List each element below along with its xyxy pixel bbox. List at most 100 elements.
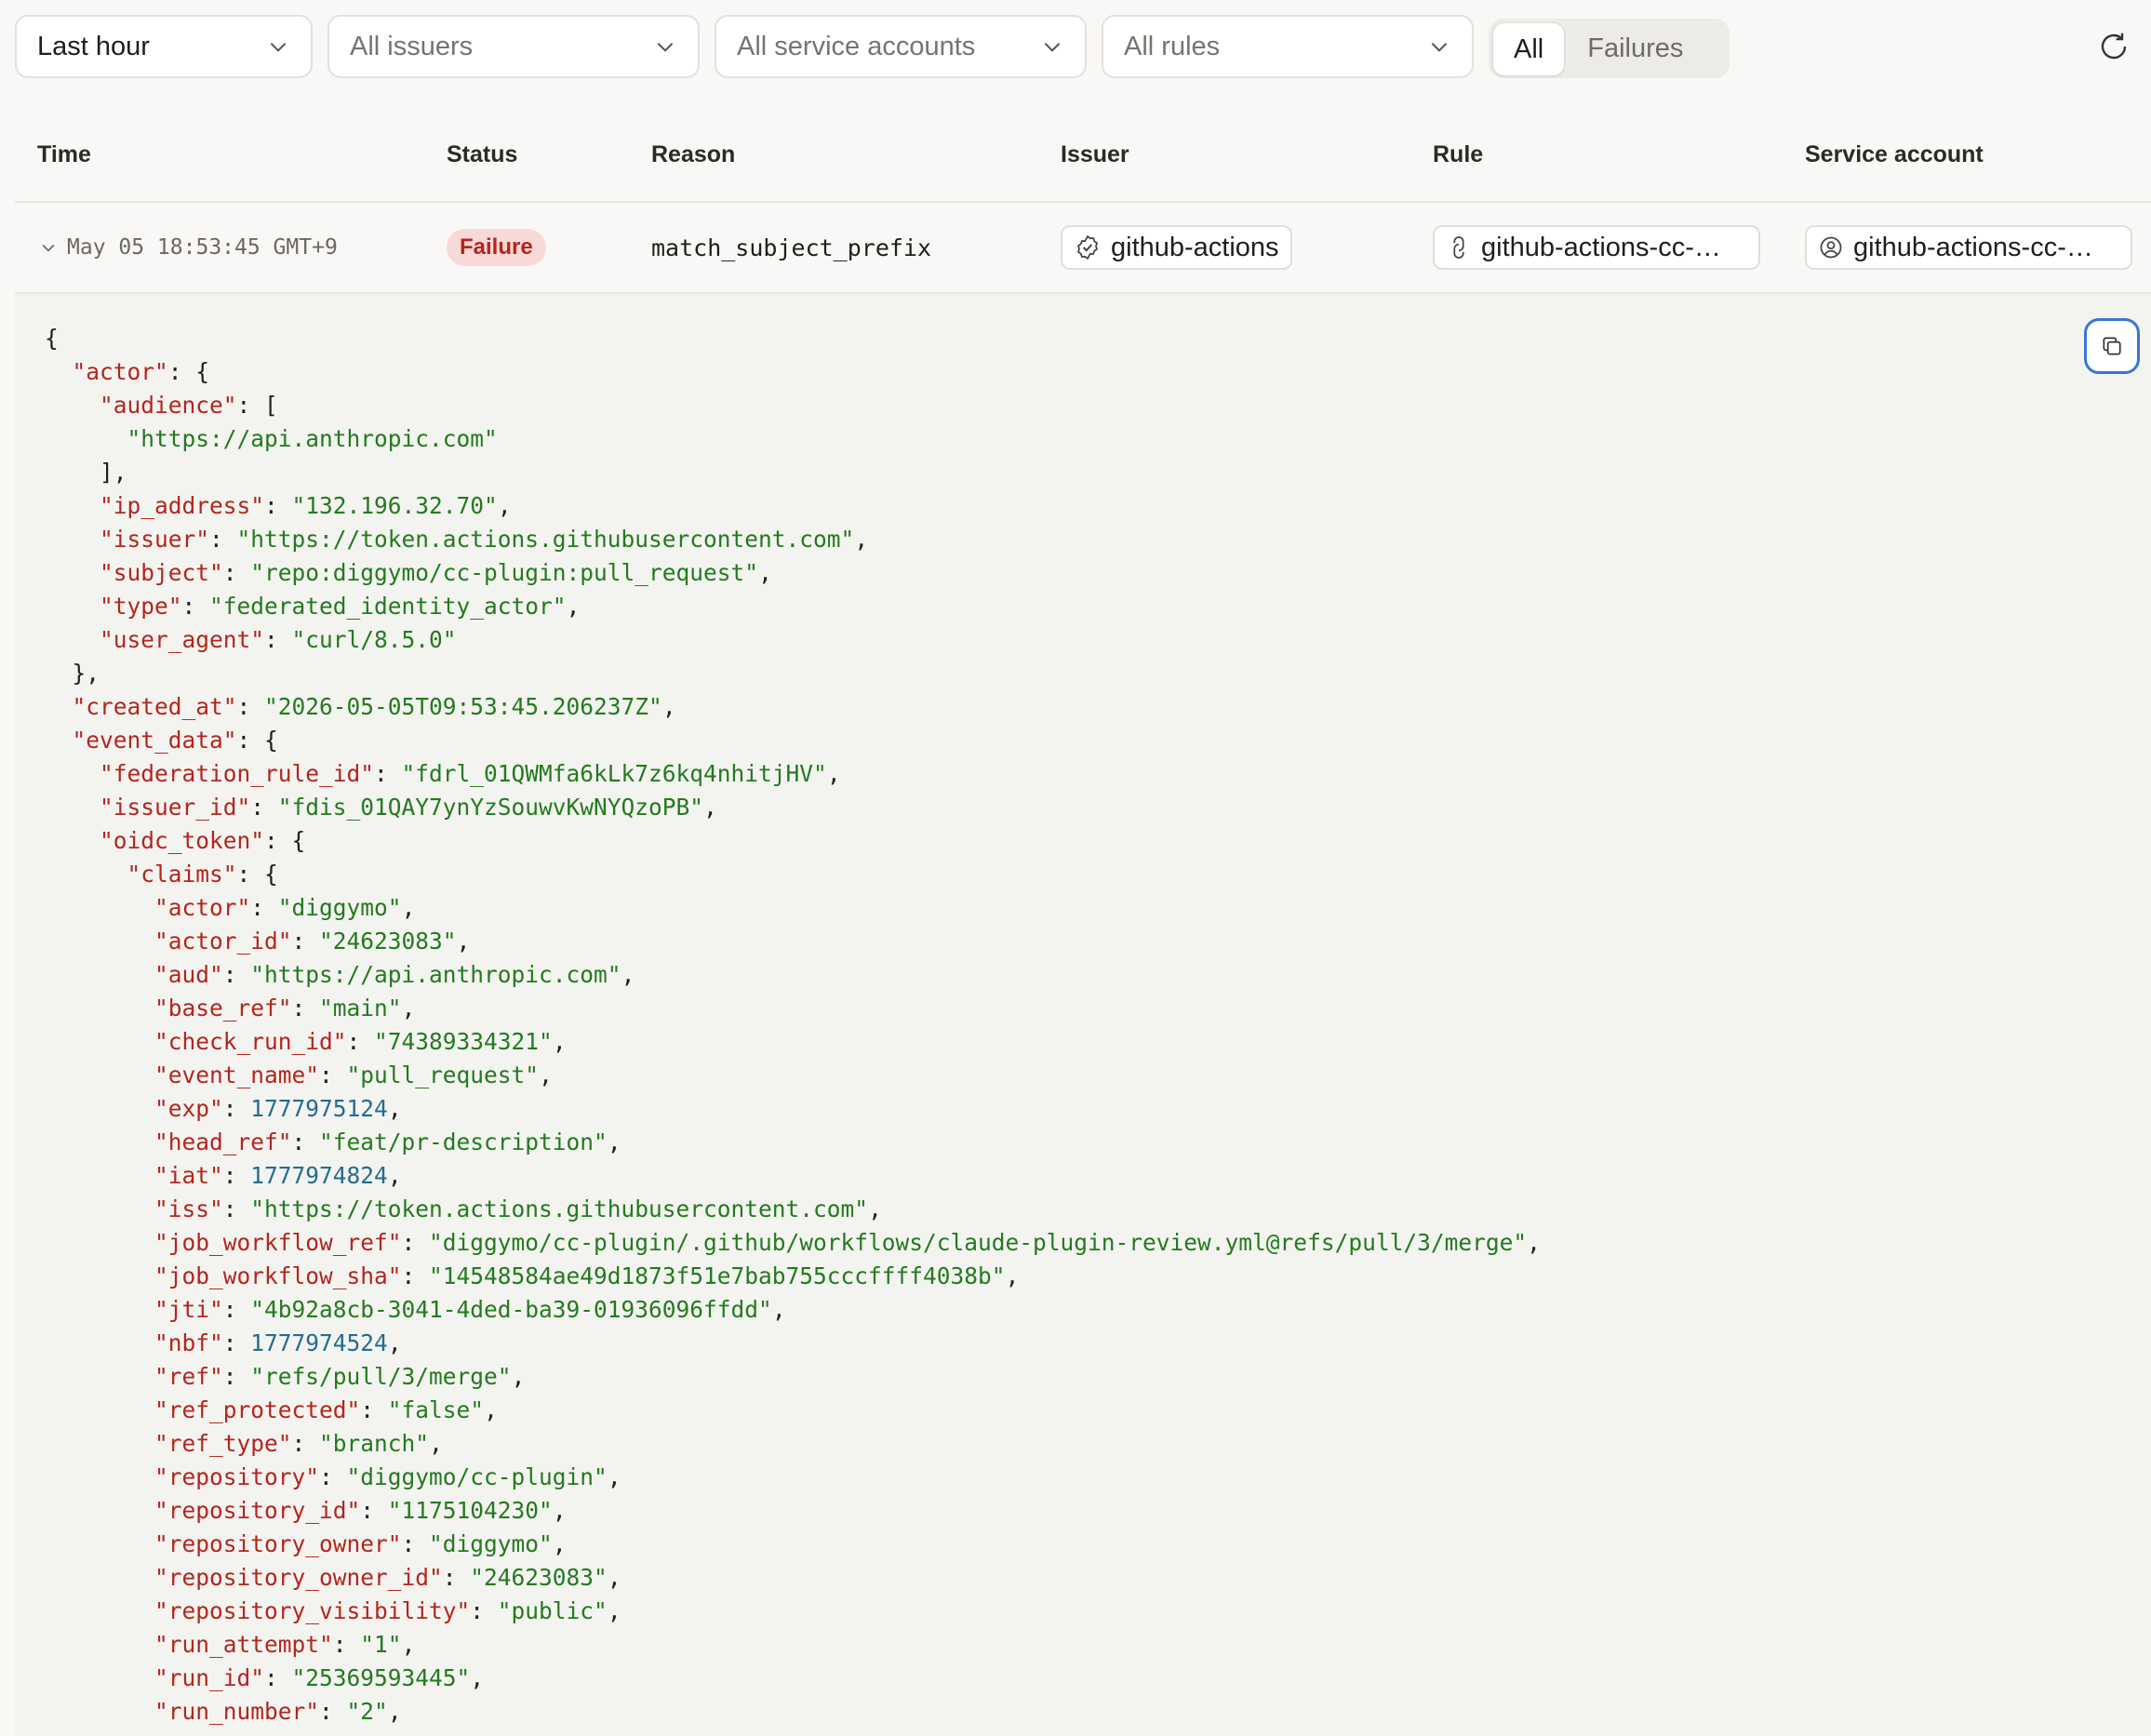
service-account-chip[interactable]: github-actions-cc-…	[1805, 225, 2132, 270]
json-line: "type": "federated_identity_actor",	[45, 590, 1541, 623]
json-number: 1777974524	[250, 1329, 388, 1356]
json-string: "1175104230"	[387, 1497, 553, 1524]
service-account-select[interactable]: All service accounts	[715, 15, 1087, 78]
json-punct: ,	[497, 492, 512, 519]
json-punct: ,	[607, 1564, 621, 1591]
json-punct	[45, 593, 100, 620]
json-string: "4b92a8cb-3041-4ded-ba39-01936096ffdd"	[250, 1296, 772, 1323]
json-punct: ,	[401, 995, 416, 1022]
json-line: "audience": [	[45, 389, 1541, 422]
user-circle-icon	[1820, 236, 1842, 259]
json-punct: ,	[470, 1664, 485, 1691]
json-punct: ,	[703, 794, 717, 821]
json-punct	[45, 760, 100, 787]
issuer-chip[interactable]: github-actions	[1061, 225, 1292, 270]
json-key: "iss"	[154, 1195, 223, 1222]
json-line: "oidc_token": {	[45, 824, 1541, 858]
json-string: "curl/8.5.0"	[291, 626, 457, 653]
json-key: "check_run_id"	[154, 1028, 347, 1055]
json-punct: :	[401, 1530, 430, 1557]
json-punct: ,	[552, 1497, 567, 1524]
json-punct	[45, 995, 154, 1022]
issuer-select[interactable]: All issuers	[327, 15, 700, 78]
json-string: "diggymo/cc-plugin"	[346, 1463, 608, 1490]
json-key: "issuer_id"	[100, 794, 251, 821]
json-string: "https://api.anthropic.com"	[127, 425, 498, 452]
json-punct: : {	[236, 861, 278, 888]
copy-button[interactable]	[2084, 318, 2140, 374]
json-punct: {	[45, 325, 59, 352]
json-line: "head_ref": "feat/pr-description",	[45, 1126, 1541, 1159]
column-header-rule: Rule	[1433, 141, 1484, 167]
chevron-down-icon[interactable]	[39, 238, 58, 257]
json-punct	[45, 1162, 154, 1189]
json-punct	[45, 961, 154, 988]
json-key: "repository_owner"	[154, 1530, 402, 1557]
json-punct: ,	[387, 1698, 402, 1725]
segment-all[interactable]: All	[1492, 22, 1566, 76]
json-punct: :	[222, 1095, 251, 1122]
filter-bar: Last hour All issuers All service accoun…	[15, 15, 2136, 82]
json-punct	[45, 1597, 154, 1624]
json-string: "24623083"	[470, 1564, 608, 1591]
chevron-down-icon	[1431, 43, 1448, 52]
rule-select[interactable]: All rules	[1102, 15, 1474, 78]
json-punct	[45, 861, 127, 888]
json-string: "fdrl_01QWMfa6kLk7z6kq4nhitjHV"	[401, 760, 827, 787]
json-key: "run_number"	[154, 1698, 320, 1725]
rule-chip[interactable]: github-actions-cc-…	[1433, 225, 1760, 270]
json-punct	[45, 693, 73, 720]
json-line: "aud": "https://api.anthropic.com",	[45, 958, 1541, 992]
rule-select-value: All rules	[1124, 31, 1221, 61]
json-string: "https://token.actions.githubusercontent…	[250, 1195, 869, 1222]
json-key: "oidc_token"	[100, 827, 265, 854]
json-punct	[45, 1530, 154, 1557]
json-number: 1777974824	[250, 1162, 388, 1189]
json-line: "iss": "https://token.actions.githubuser…	[45, 1193, 1541, 1226]
json-punct: ],	[45, 459, 127, 486]
json-punct: ,	[854, 526, 869, 553]
json-line: "actor": {	[45, 355, 1541, 389]
json-punct: :	[264, 626, 292, 653]
json-punct: ,	[868, 1195, 882, 1222]
json-punct: : [	[236, 392, 278, 419]
issuer-select-value: All issuers	[350, 31, 474, 61]
json-key: "repository"	[154, 1463, 320, 1490]
json-punct: :	[250, 894, 278, 921]
json-line: "federation_rule_id": "fdrl_01QWMfa6kLk7…	[45, 757, 1541, 791]
json-string: "main"	[319, 995, 402, 1022]
json-line: "repository_owner_id": "24623083",	[45, 1561, 1541, 1595]
json-punct	[45, 1329, 154, 1356]
table-row[interactable]: May 05 18:53:45 GMT+9 Failure match_subj…	[15, 203, 2151, 294]
json-punct	[45, 358, 73, 385]
json-punct: :	[264, 1664, 292, 1691]
json-punct: ,	[661, 693, 676, 720]
json-punct: :	[222, 1162, 251, 1189]
json-key: "jti"	[154, 1296, 223, 1323]
json-line: "iat": 1777974824,	[45, 1159, 1541, 1193]
json-string: "2"	[346, 1698, 388, 1725]
json-line: "actor": "diggymo",	[45, 891, 1541, 925]
refresh-button[interactable]	[2091, 24, 2136, 69]
json-punct	[45, 1463, 154, 1490]
json-line: "base_ref": "main",	[45, 992, 1541, 1025]
json-string: "false"	[387, 1396, 485, 1423]
json-punct: :	[181, 593, 210, 620]
segment-failures[interactable]: Failures	[1567, 22, 1703, 74]
json-key: "repository_id"	[154, 1497, 361, 1524]
service-account-select-value: All service accounts	[737, 31, 976, 61]
json-line: "run_number": "2",	[45, 1695, 1541, 1729]
time-range-select[interactable]: Last hour	[15, 15, 313, 78]
rule-cell: github-actions-cc-…	[1433, 203, 1760, 292]
issuer-cell: github-actions	[1061, 203, 1292, 292]
json-line: "ref_type": "branch",	[45, 1427, 1541, 1461]
time-range-value: Last hour	[37, 31, 150, 61]
service-account-chip-label: github-actions-cc-…	[1853, 232, 2093, 262]
json-key: "ip_address"	[100, 492, 265, 519]
json-punct	[45, 1430, 154, 1457]
json-key: "base_ref"	[154, 995, 292, 1022]
json-punct: :	[319, 1698, 347, 1725]
json-punct: :	[291, 995, 320, 1022]
json-string: "repo:diggymo/cc-plugin:pull_request"	[250, 559, 759, 586]
json-key: "event_name"	[154, 1062, 320, 1088]
